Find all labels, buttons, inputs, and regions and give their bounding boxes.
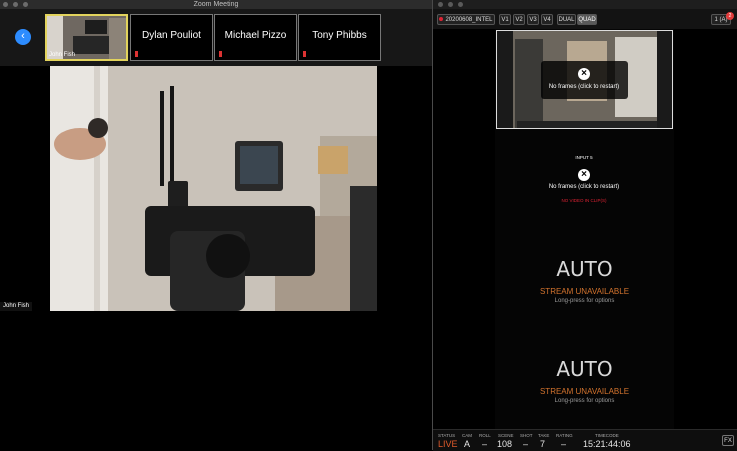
stream-status: STREAM UNAVAILABLE — [539, 387, 630, 396]
timecode-label: TIMECODE — [595, 433, 619, 438]
camera-rig-image — [50, 66, 377, 311]
view-button-dual[interactable]: DUAL — [557, 14, 576, 25]
view-button-v3[interactable]: V3 — [527, 14, 539, 25]
zoom-window: Zoom Meeting ‹ John Fish Dylan Pouliot M… — [0, 0, 432, 450]
take-label: TAKE — [538, 433, 550, 438]
shot-value[interactable]: – — [523, 439, 528, 449]
status-label: STATUS — [438, 433, 456, 438]
input-label: INPUT 5 — [575, 155, 593, 160]
participant-name: Dylan Pouliot — [142, 30, 201, 41]
roll-value[interactable]: – — [482, 439, 487, 449]
stream-mode[interactable]: AUTO — [495, 257, 674, 281]
view-button-v1[interactable]: V1 — [499, 14, 511, 25]
scene-value[interactable]: 108 — [497, 439, 512, 449]
project-name: 20200608_INTEL — [445, 17, 493, 23]
stream-status: STREAM UNAVAILABLE — [539, 287, 630, 296]
notification-badge: 2 — [726, 12, 734, 20]
project-selector[interactable]: 20200608_INTEL — [437, 14, 495, 25]
stream-hint: Long-press for options — [554, 298, 615, 304]
participant-thumb[interactable]: Dylan Pouliot — [130, 14, 213, 61]
status-bar: STATUS LIVE CAM A ROLL – SCENE 108 SHOT … — [433, 429, 737, 451]
muted-mic-icon — [303, 51, 306, 57]
monitor-toolbar: 20200608_INTEL V1 V2 V3 V4 DUAL QUAD 1 (… — [433, 9, 737, 29]
timecode-value: 15:21:44:06 — [583, 439, 631, 449]
record-dot-icon — [439, 17, 444, 21]
cam-value[interactable]: A — [464, 439, 470, 449]
take-value[interactable]: 7 — [540, 439, 545, 449]
back-arrow-icon[interactable]: ‹ — [15, 29, 31, 45]
roll-label: ROLL — [479, 433, 491, 438]
cam-label: CAM — [462, 433, 472, 438]
zoom-titlebar: Zoom Meeting — [0, 0, 432, 9]
no-frames-overlay[interactable] — [541, 61, 628, 99]
shot-label: SHOT — [520, 433, 533, 438]
close-circle-icon[interactable]: × — [578, 169, 590, 181]
status-value: LIVE — [438, 439, 458, 449]
input-status: NO VIDEO IN CLIP(S) — [561, 198, 607, 203]
participant-thumb[interactable]: Michael Pizzo — [214, 14, 297, 61]
view-button-quad[interactable]: QUAD — [577, 14, 597, 25]
active-speaker-video — [50, 66, 377, 311]
participant-name: Tony Phibbs — [312, 30, 367, 41]
participant-name: Michael Pizzo — [224, 30, 287, 41]
rating-label: RATING — [556, 433, 573, 438]
muted-mic-icon — [135, 51, 138, 57]
participant-thumb[interactable]: Tony Phibbs — [298, 14, 381, 61]
rating-value[interactable]: – — [561, 439, 566, 449]
fx-button[interactable]: FX — [722, 435, 734, 446]
window-title: Zoom Meeting — [193, 1, 239, 8]
stream-hint: Long-press for options — [554, 398, 615, 404]
close-circle-icon: × — [578, 68, 590, 80]
thumb-name: John Fish — [49, 52, 76, 58]
muted-mic-icon — [219, 51, 222, 57]
stream-mode[interactable]: AUTO — [495, 357, 674, 381]
monitor-titlebar — [433, 0, 737, 9]
participant-thumb-active[interactable]: John Fish — [45, 14, 128, 61]
window-controls[interactable] — [438, 2, 463, 7]
no-frames-message[interactable]: No frames (click to restart) — [524, 184, 644, 190]
scene-label: SCENE — [498, 433, 514, 438]
view-button-v2[interactable]: V2 — [513, 14, 525, 25]
speaker-name-label: John Fish — [0, 302, 33, 311]
view-button-v4[interactable]: V4 — [541, 14, 553, 25]
no-frames-message: No frames (click to restart) — [548, 84, 620, 90]
